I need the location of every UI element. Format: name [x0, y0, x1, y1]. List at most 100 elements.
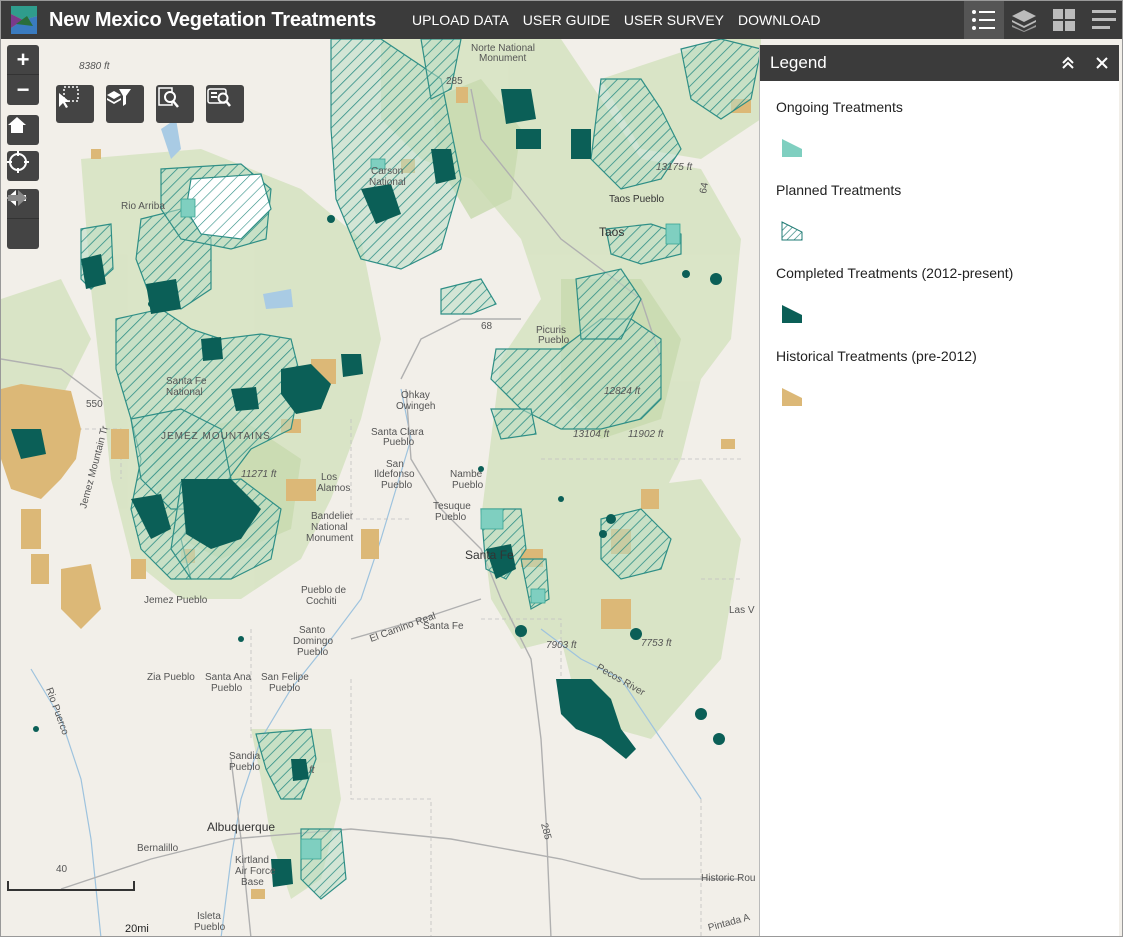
completed-swatch-icon [782, 305, 802, 323]
svg-text:JEMEZ MOUNTAINS: JEMEZ MOUNTAINS [161, 431, 271, 442]
svg-text:Rio Arriba: Rio Arriba [121, 201, 165, 212]
layers-button[interactable] [1004, 1, 1044, 39]
svg-text:National: National [166, 387, 203, 398]
legend-item-label: Completed Treatments (2012-present) [776, 265, 1014, 281]
svg-text:Las V: Las V [729, 605, 755, 616]
svg-text:Pueblo: Pueblo [383, 437, 415, 448]
svg-text:Albuquerque: Albuquerque [207, 820, 275, 834]
close-icon [1096, 57, 1108, 69]
app-root: New Mexico Vegetation Treatments UPLOAD … [0, 0, 1123, 937]
home-button[interactable] [7, 115, 39, 145]
svg-text:68: 68 [481, 321, 493, 332]
grid-button[interactable] [1044, 1, 1084, 39]
svg-text:11271 ft: 11271 ft [241, 469, 278, 480]
svg-text:Pueblo: Pueblo [538, 335, 570, 346]
svg-text:Santa Fe: Santa Fe [465, 548, 514, 562]
legend-item-ongoing: Ongoing Treatments [760, 99, 1119, 164]
legend-item-label: Planned Treatments [776, 182, 902, 198]
nav-user-guide[interactable]: USER GUIDE [523, 12, 610, 28]
svg-text:12824 ft: 12824 ft [604, 386, 641, 397]
svg-text:Monument: Monument [479, 53, 526, 64]
app-header: New Mexico Vegetation Treatments UPLOAD … [1, 1, 1122, 39]
legend-header: Legend [760, 45, 1119, 81]
legend-collapse-button[interactable] [1051, 45, 1085, 81]
legend-item-label: Ongoing Treatments [776, 99, 903, 115]
legend-close-button[interactable] [1085, 45, 1119, 81]
svg-text:Kirtland: Kirtland [235, 855, 269, 866]
svg-text:Pueblo: Pueblo [381, 480, 413, 491]
svg-text:Jemez Pueblo: Jemez Pueblo [144, 595, 208, 606]
layers-icon [1012, 10, 1036, 32]
legend-item-label: Historical Treatments (pre-2012) [776, 348, 977, 364]
home-control [7, 115, 39, 145]
svg-text:Bernalillo: Bernalillo [137, 843, 179, 854]
extent-nav-controls [7, 189, 39, 249]
locate-button[interactable] [7, 151, 39, 181]
svg-text:550: 550 [86, 399, 103, 410]
search-document-icon [158, 87, 179, 108]
svg-text:Pueblo: Pueblo [297, 647, 329, 658]
svg-text:Ohkay: Ohkay [401, 390, 430, 401]
nav-upload-data[interactable]: UPLOAD DATA [412, 12, 509, 28]
select-tool-button[interactable] [56, 85, 94, 123]
scale-bar [7, 881, 135, 891]
svg-text:Santo: Santo [299, 625, 326, 636]
svg-text:Pueblo: Pueblo [194, 922, 226, 933]
legend-panel: Legend Ongoing Treatments Planned Treatm… [759, 45, 1119, 936]
zoom-controls: + − [7, 45, 39, 105]
select-cursor-icon [59, 86, 79, 108]
layers-filter-icon [107, 89, 131, 106]
svg-text:Historic Rou: Historic Rou [701, 873, 755, 884]
nav-user-survey[interactable]: USER SURVEY [624, 12, 724, 28]
svg-text:Pueblo: Pueblo [269, 683, 301, 694]
svg-text:Santa Ana: Santa Ana [205, 672, 252, 683]
svg-text:7903 ft: 7903 ft [546, 640, 578, 651]
historical-swatch-icon [782, 388, 802, 406]
legend-list-icon [972, 10, 995, 30]
svg-text:Air Force: Air Force [235, 866, 276, 877]
home-icon [8, 117, 26, 133]
query-tool-button[interactable] [156, 85, 194, 123]
app-logo-icon [11, 6, 37, 34]
svg-text:Cochiti: Cochiti [306, 596, 337, 607]
svg-text:Carson: Carson [371, 166, 403, 177]
svg-text:13104 ft: 13104 ft [573, 429, 610, 440]
next-extent-button[interactable] [7, 190, 39, 249]
svg-text:Pueblo de: Pueblo de [301, 585, 346, 596]
svg-text:Santa Fe: Santa Fe [166, 376, 207, 387]
svg-text:Monument: Monument [306, 533, 353, 544]
svg-text:Taos Pueblo: Taos Pueblo [609, 194, 664, 205]
menu-icon [1092, 10, 1116, 29]
svg-text:Taos: Taos [599, 225, 624, 239]
chevron-double-up-icon [1062, 56, 1074, 69]
svg-text:Zia Pueblo: Zia Pueblo [147, 672, 195, 683]
grid-icon [1053, 9, 1075, 31]
menu-button[interactable] [1084, 1, 1122, 39]
svg-text:Domingo: Domingo [293, 636, 333, 647]
svg-text:Los: Los [321, 472, 337, 483]
svg-text:13175 ft: 13175 ft [656, 162, 693, 173]
legend-list-button[interactable] [964, 1, 1004, 39]
svg-text:Tesuque: Tesuque [433, 501, 471, 512]
svg-text:Bandelier: Bandelier [311, 511, 354, 522]
zoom-in-button[interactable]: + [7, 45, 39, 75]
svg-text:National: National [311, 522, 348, 533]
svg-text:40: 40 [56, 864, 68, 875]
zoom-out-button[interactable]: − [7, 75, 39, 105]
locate-control [7, 151, 39, 181]
svg-text:Pueblo: Pueblo [211, 683, 243, 694]
nav-download[interactable]: DOWNLOAD [738, 12, 820, 28]
svg-text:Pueblo: Pueblo [452, 480, 484, 491]
layer-filter-button[interactable] [106, 85, 144, 123]
ongoing-swatch-icon [782, 139, 802, 157]
report-search-icon [207, 88, 231, 107]
planned-hatch-swatch-icon [781, 221, 803, 241]
header-widget-bar [964, 1, 1122, 39]
svg-text:Nambe: Nambe [450, 469, 483, 480]
svg-text:Alamos: Alamos [317, 483, 350, 494]
svg-text:San Felipe: San Felipe [261, 672, 309, 683]
legend-item-completed: Completed Treatments (2012-present) [760, 265, 1119, 330]
svg-text:285: 285 [446, 76, 463, 87]
screening-tool-button[interactable] [206, 85, 244, 123]
svg-text:Sandia: Sandia [229, 751, 261, 762]
